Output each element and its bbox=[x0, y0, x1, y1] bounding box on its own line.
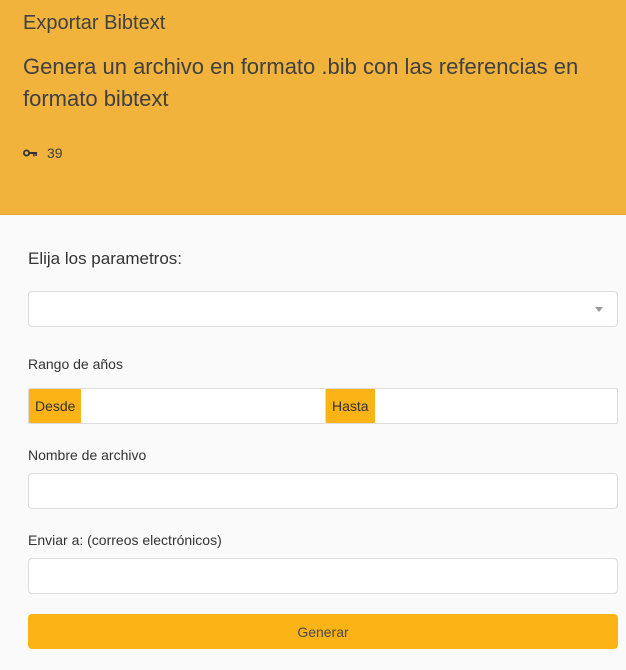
key-icon bbox=[23, 149, 37, 157]
export-form: Elija los parametros: Rango de años Desd… bbox=[0, 216, 626, 670]
year-to-addon: Hasta bbox=[326, 389, 375, 423]
year-to-input[interactable] bbox=[374, 389, 617, 423]
filename-label: Nombre de archivo bbox=[28, 447, 147, 463]
page-header: Exportar Bibtext Genera un archivo en fo… bbox=[0, 0, 626, 215]
params-label: Elija los parametros: bbox=[28, 249, 183, 268]
year-from-addon: Desde bbox=[29, 389, 82, 423]
page-description: Genera un archivo en formato .bib con la… bbox=[23, 54, 579, 111]
page-title: Exportar Bibtext bbox=[23, 12, 166, 34]
year-range-label: Rango de años bbox=[28, 356, 123, 372]
key-count: 39 bbox=[23, 145, 63, 161]
year-to-group: Hasta bbox=[325, 388, 618, 424]
year-from-input[interactable] bbox=[81, 389, 325, 423]
send-to-label: Enviar a: (correos electrónicos) bbox=[28, 532, 222, 548]
filename-input[interactable] bbox=[28, 473, 618, 509]
generate-button[interactable]: Generar bbox=[28, 614, 618, 649]
chevron-down-icon bbox=[595, 307, 603, 312]
year-from-group: Desde bbox=[28, 388, 326, 424]
email-field[interactable] bbox=[28, 558, 618, 594]
key-count-value: 39 bbox=[47, 145, 63, 161]
params-select[interactable] bbox=[28, 291, 618, 327]
